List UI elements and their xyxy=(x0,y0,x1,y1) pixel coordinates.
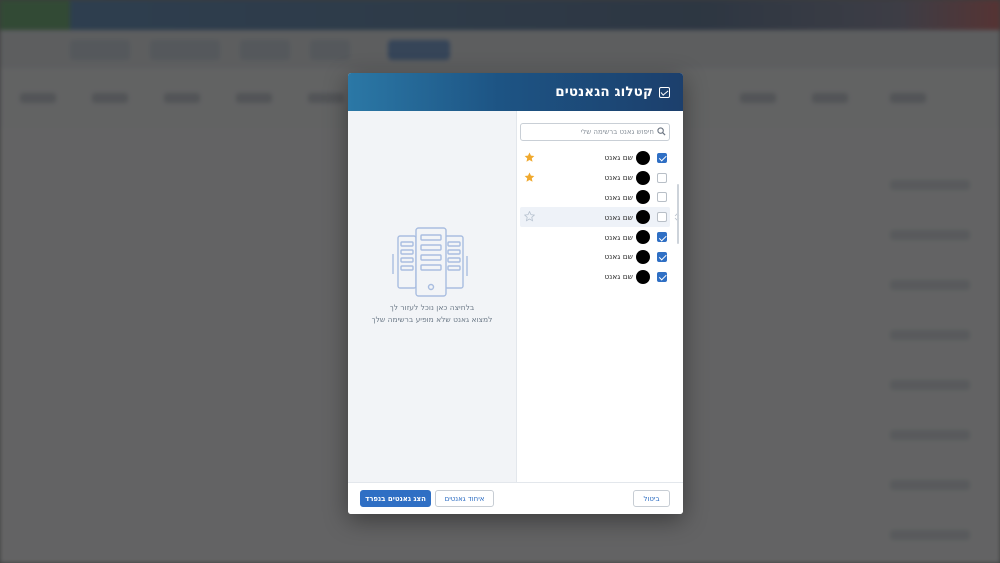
gantt-checkbox[interactable] xyxy=(657,232,667,243)
gantt-list-item[interactable]: שם גאנט xyxy=(520,227,670,247)
avatar xyxy=(636,210,650,225)
search-box xyxy=(520,123,670,141)
search-input[interactable] xyxy=(536,128,654,136)
gantt-list-item[interactable]: שם גאנט xyxy=(520,188,670,208)
gantt-name: שם גאנט xyxy=(604,212,633,222)
gantt-list: שם גאנט שם גאנט שם גאנט שם גאנט שם גאנט … xyxy=(520,148,680,287)
modal-title: קטלוג הגאנטים xyxy=(555,84,653,100)
avatar xyxy=(636,170,650,185)
gantt-checkbox[interactable] xyxy=(657,172,667,183)
empty-state-line-2: למצוא גאנט שלא מופיע ברשימה שלך xyxy=(371,315,493,324)
gantt-checkbox[interactable] xyxy=(657,212,667,223)
gantt-name: שם גאנט xyxy=(604,232,633,242)
gantt-checkbox[interactable] xyxy=(657,152,667,163)
modal-header: קטלוג הגאנטים xyxy=(348,73,683,111)
gantt-catalog-modal: קטלוג הגאנטים שם גאנט xyxy=(348,73,683,514)
cancel-button[interactable]: ביטול xyxy=(633,490,670,507)
avatar xyxy=(636,150,650,165)
gantt-name: שם גאנט xyxy=(604,272,633,282)
gantt-list-item[interactable]: שם גאנט xyxy=(520,168,670,188)
empty-state-text[interactable]: בלחיצה כאן נוכל לעזור לך למצוא גאנט שלא … xyxy=(348,302,516,326)
gantt-name: שם גאנט xyxy=(604,252,633,262)
search-icon xyxy=(657,127,666,136)
gantt-checkbox[interactable] xyxy=(657,271,667,282)
gantt-list-item[interactable]: שם גאנט xyxy=(520,148,670,168)
empty-state-pane[interactable]: בלחיצה כאן נוכל לעזור לך למצוא גאנט שלא … xyxy=(348,111,516,482)
gantt-checkbox[interactable] xyxy=(657,251,667,262)
modal-footer: ביטול איחוד גאנטים הצג גאנטים בנפרד xyxy=(348,482,683,514)
avatar xyxy=(636,190,650,205)
gantt-list-item[interactable]: שם גאנט xyxy=(520,207,680,228)
avatar xyxy=(636,269,650,284)
list-scrollbar[interactable] xyxy=(677,184,679,244)
gantt-list-item[interactable]: שם גאנט xyxy=(520,267,670,287)
avatar xyxy=(636,230,650,245)
gantt-name: שם גאנט xyxy=(604,173,633,183)
gantt-name: שם גאנט xyxy=(604,192,633,202)
gantt-list-item[interactable]: שם גאנט xyxy=(520,247,670,267)
star-outline-icon[interactable] xyxy=(524,211,535,222)
gantt-checkbox[interactable] xyxy=(657,192,667,203)
modal-body: שם גאנט שם גאנט שם גאנט xyxy=(348,111,683,482)
star-icon[interactable] xyxy=(524,172,535,183)
merge-gantts-button[interactable]: איחוד גאנטים xyxy=(435,490,494,507)
avatar xyxy=(636,249,650,264)
gantt-name: שם גאנט xyxy=(604,153,633,163)
star-icon[interactable] xyxy=(524,152,535,163)
servers-icon xyxy=(392,227,468,297)
checklist-icon xyxy=(659,86,670,98)
gantt-list-pane: שם גאנט שם גאנט שם גאנט xyxy=(516,111,683,482)
empty-state-line-1: בלחיצה כאן נוכל לעזור לך xyxy=(389,303,475,312)
show-gantts-separately-button[interactable]: הצג גאנטים בנפרד xyxy=(360,490,431,507)
